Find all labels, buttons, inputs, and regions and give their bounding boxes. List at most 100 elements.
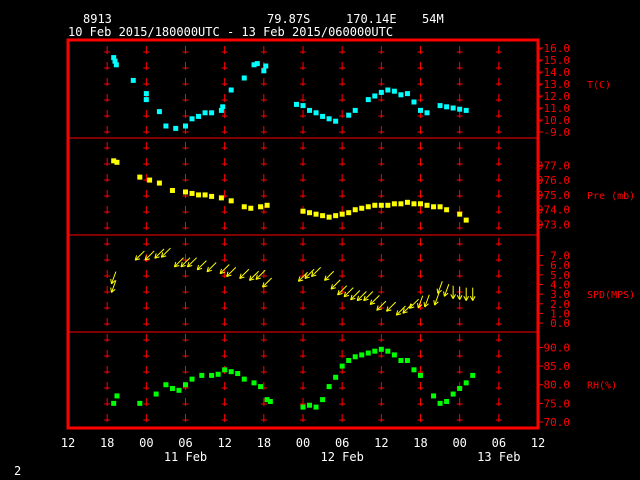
y-tick-label: -12.0 [537, 90, 570, 103]
temp-point [196, 113, 202, 119]
meteogram-chart: -9.0-10.0-11.0-12.0-13.0-14.0-15.0-16.0 T… [61, 38, 635, 464]
temp-point [352, 107, 358, 113]
rh-point [431, 393, 437, 399]
temp-point [113, 62, 119, 68]
y-tick-label: 973.0 [537, 219, 570, 232]
rh-point [111, 400, 117, 406]
rh-point [391, 352, 397, 358]
rh-point [199, 372, 205, 378]
pres-point [365, 204, 371, 210]
x-tick-label: 12 [217, 436, 231, 450]
temp-point [424, 110, 430, 116]
y-tick-label: 975.0 [537, 189, 570, 202]
pres-point [431, 204, 437, 210]
x-tick-label: 06 [492, 436, 506, 450]
temp-point [457, 106, 463, 112]
pres-point [411, 201, 417, 207]
rh-point [300, 404, 306, 410]
day-label: 12 Feb [320, 450, 363, 464]
temp-point [346, 112, 352, 118]
rh-point [235, 371, 241, 377]
pres-point [241, 204, 247, 210]
pres-point [218, 195, 224, 201]
y-tick-label: -14.0 [537, 66, 570, 79]
pres-point [424, 202, 430, 208]
y-tick-label: 80.0 [544, 379, 571, 392]
wind-arrow-head [110, 287, 112, 293]
x-tick-label: 00 [139, 436, 153, 450]
temp-point [143, 91, 149, 97]
pres-point [418, 201, 423, 207]
wind-arrow [196, 260, 207, 271]
y-tick-label: -9.0 [544, 126, 571, 139]
pres-point [346, 210, 352, 216]
wind-arrow [386, 301, 397, 312]
pres-point [404, 199, 410, 205]
rh-point [137, 400, 143, 406]
rh-point [153, 391, 159, 397]
x-tick-label: 12 [374, 436, 388, 450]
x-tick-label: 18 [257, 436, 271, 450]
rh-point [228, 369, 234, 375]
pres-point [320, 213, 326, 219]
rh-point [365, 350, 371, 356]
temp-point [307, 107, 313, 113]
wind-arrow [423, 294, 430, 308]
temp-point [228, 87, 234, 93]
wind-arrow [262, 277, 273, 288]
temp-point [444, 104, 450, 110]
wind-arrow [350, 290, 361, 301]
pres-point [457, 211, 463, 217]
rh-point [313, 404, 319, 410]
pres-point [183, 189, 188, 195]
rh-point [352, 354, 358, 360]
y-tick-label: -11.0 [537, 102, 570, 115]
rh-point [326, 384, 332, 390]
pres-point [209, 193, 215, 199]
day-label: 13 Feb [477, 450, 520, 464]
rh-point [114, 393, 120, 399]
y-tick-label: 70.0 [544, 416, 571, 429]
temp-point [404, 91, 410, 97]
temp-point [418, 107, 423, 113]
wind-arrow-head [436, 288, 439, 294]
y-tick-label: -10.0 [537, 114, 570, 127]
rh-point [470, 372, 476, 378]
pres-point [326, 214, 332, 220]
temp-point [163, 123, 169, 129]
temp-point [293, 101, 299, 107]
pres-point [463, 217, 469, 223]
temp-point [300, 103, 306, 109]
rh-point [404, 358, 410, 363]
pres-point [333, 213, 339, 219]
x-tick-label: 06 [178, 436, 192, 450]
pres-point [137, 174, 143, 180]
wind-arrow-head [110, 278, 112, 284]
x-tick-label: 18 [413, 436, 427, 450]
pres-point [385, 202, 391, 208]
pres-point [307, 210, 313, 216]
temp-point [220, 104, 226, 110]
rh-point [372, 348, 378, 354]
panel-label-rh: RH(%) [587, 381, 617, 392]
temp-point [313, 110, 319, 116]
temp-point [385, 87, 391, 93]
temp-point [189, 116, 195, 122]
pres-point [444, 207, 450, 213]
pres-point [352, 207, 358, 213]
temp-point [365, 97, 371, 103]
pres-point [378, 202, 384, 208]
wind-arrow [160, 247, 171, 258]
x-tick-label: 00 [296, 436, 310, 450]
wind-arrow [330, 279, 341, 290]
rh-point [359, 352, 365, 358]
temp-point [320, 113, 326, 119]
wind-arrow [443, 284, 450, 297]
wind-arrow [433, 292, 440, 306]
pres-point [147, 177, 153, 183]
panel-label-temp: T(C) [587, 80, 611, 91]
temp-point [183, 123, 188, 129]
temp-point [263, 63, 269, 69]
temp-point [450, 105, 456, 111]
y-tick-label: 976.0 [537, 174, 570, 187]
